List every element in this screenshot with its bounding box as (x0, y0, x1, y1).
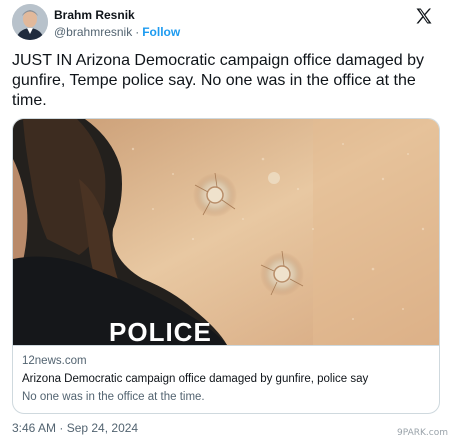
follow-button[interactable]: Follow (142, 25, 180, 39)
avatar-image (12, 4, 48, 40)
watermark: 9PARK.com (397, 428, 448, 438)
tweet-card: Brahm Resnik @brahmresnik · Follow JUST IN… (0, 0, 452, 442)
link-description: No one was in the office at the time. (22, 391, 205, 403)
author-handle-row: @brahmresnik · Follow (54, 25, 180, 39)
author-avatar[interactable] (12, 4, 48, 40)
photo-police-text: POLICE (109, 317, 212, 345)
tweet-text: JUST IN Arizona Democratic campaign offi… (12, 52, 425, 109)
tweet-timestamp[interactable]: 3:46 AM · Sep 24, 2024 (12, 421, 138, 435)
link-domain[interactable]: 12news.com (22, 355, 87, 367)
author-handle[interactable]: @brahmresnik (54, 25, 132, 39)
author-name[interactable]: Brahm Resnik (54, 8, 135, 22)
separator-dot: · (135, 25, 140, 39)
link-title[interactable]: Arizona Democratic campaign office damag… (22, 373, 368, 385)
link-preview-card[interactable]: POLICE 12news.com Arizona Democratic cam… (12, 118, 440, 414)
news-photo[interactable]: POLICE (13, 119, 439, 345)
card-divider (13, 345, 439, 346)
x-logo-icon[interactable] (414, 6, 434, 26)
